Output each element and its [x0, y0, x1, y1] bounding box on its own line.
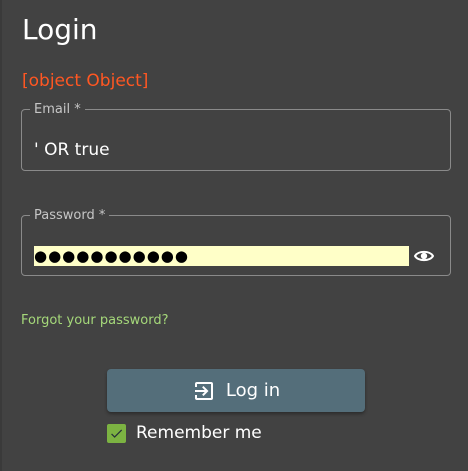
- checkmark-icon: [111, 429, 123, 438]
- left-divider: [0, 0, 2, 471]
- login-button[interactable]: Log in: [107, 369, 365, 412]
- remember-me-label: Remember me: [136, 423, 262, 443]
- error-message: [object Object]: [22, 71, 149, 91]
- login-icon: [194, 381, 213, 400]
- password-input[interactable]: ●●●●●●●●●●●: [34, 246, 409, 266]
- show-password-button[interactable]: [413, 245, 435, 267]
- password-label: Password *: [34, 208, 106, 223]
- email-input[interactable]: [34, 139, 434, 161]
- email-field: Email *: [21, 103, 451, 171]
- forgot-password-link[interactable]: Forgot your password?: [21, 312, 169, 330]
- email-label: Email *: [34, 102, 81, 117]
- remember-me-checkbox[interactable]: Remember me: [107, 422, 262, 444]
- login-button-label: Log in: [225, 380, 281, 401]
- page-title: Login: [22, 13, 98, 46]
- checkbox-checked[interactable]: [107, 423, 126, 443]
- login-page: Login [object Object] Email * Password *…: [0, 0, 468, 471]
- eye-icon: [414, 250, 434, 262]
- password-field: Password * ●●●●●●●●●●●: [21, 209, 451, 276]
